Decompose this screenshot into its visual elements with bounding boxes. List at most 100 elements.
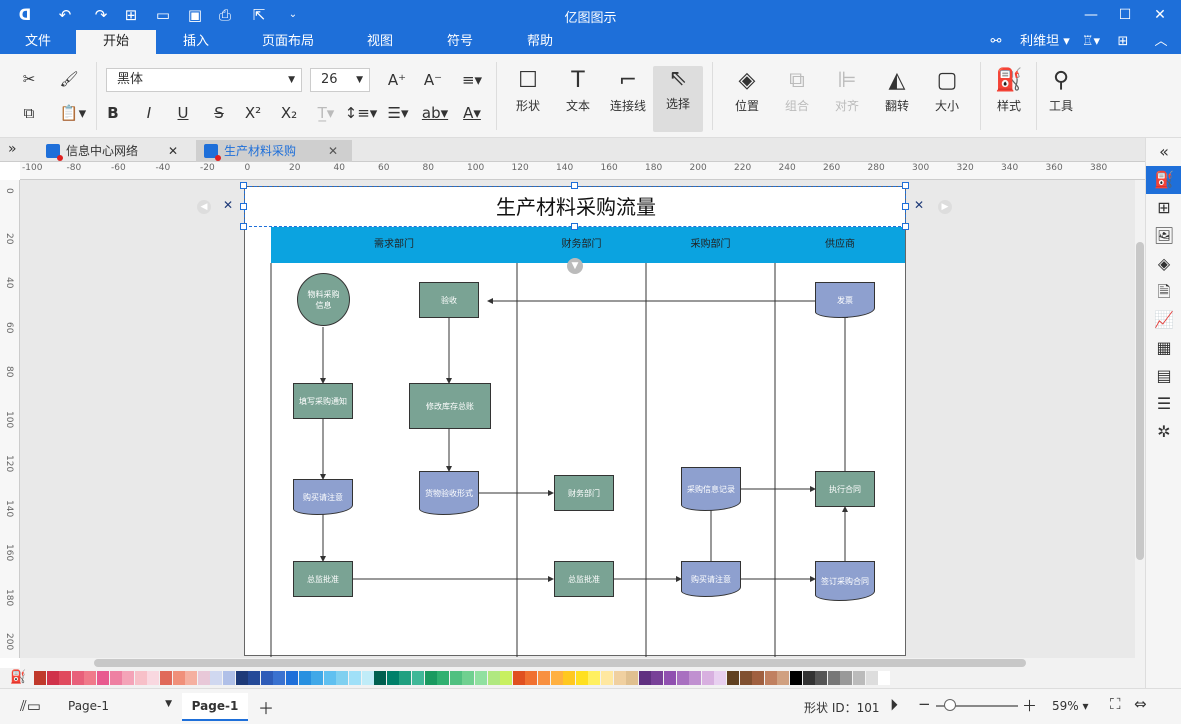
color-swatch[interactable] <box>462 671 475 685</box>
layers-panel-icon[interactable]: ◈ <box>1146 250 1181 278</box>
fill-bucket-icon[interactable]: ⛽ <box>10 670 26 685</box>
color-swatch[interactable] <box>638 671 651 685</box>
connector-button[interactable]: ⌐ 连接线 <box>603 68 653 130</box>
color-swatch[interactable] <box>160 671 172 685</box>
tab-symbol[interactable]: 符号 <box>420 30 500 54</box>
color-swatch[interactable] <box>298 671 311 685</box>
document-node[interactable]: 签订采购合同 <box>815 561 875 601</box>
format-painter-icon[interactable]: 🖌 <box>56 66 82 92</box>
align-button[interactable]: ⊫ 对齐 <box>822 68 872 130</box>
scroll-thumb[interactable] <box>1136 242 1144 560</box>
format-panel-icon[interactable]: ☰ <box>1146 390 1181 418</box>
close-x-icon[interactable]: ✕ <box>914 198 924 212</box>
resize-handle[interactable] <box>571 182 578 189</box>
table-panel-icon[interactable]: ▦ <box>1146 334 1181 362</box>
color-swatch[interactable] <box>84 671 97 685</box>
close-button[interactable]: ✕ <box>1143 0 1177 30</box>
color-swatch[interactable] <box>185 671 198 685</box>
resize-handle[interactable] <box>571 223 578 230</box>
apps-icon[interactable]: ⊞ <box>1110 30 1136 54</box>
color-swatch[interactable] <box>588 671 601 685</box>
highlight-icon[interactable]: ab▾ <box>418 100 452 126</box>
color-swatch[interactable] <box>827 671 840 685</box>
line-spacing-icon[interactable]: ↕≡▾ <box>344 100 378 126</box>
collapse-sidebar-icon[interactable]: « <box>1146 138 1181 166</box>
color-swatch[interactable] <box>701 671 714 685</box>
resize-handle[interactable] <box>902 223 909 230</box>
zoom-in-icon[interactable]: ＋ <box>1022 695 1037 716</box>
color-swatch[interactable] <box>664 671 676 685</box>
play-icon[interactable]: ⏵ <box>890 695 898 715</box>
strikethrough-icon[interactable]: S <box>206 100 232 126</box>
fit-page-icon[interactable]: ⛶ <box>1110 695 1121 713</box>
color-swatch[interactable] <box>449 671 462 685</box>
color-swatch[interactable] <box>223 671 235 685</box>
page-list-icon[interactable]: ⫽▭ <box>20 697 41 715</box>
color-swatch[interactable] <box>374 671 387 685</box>
shape-button[interactable]: ☐ 形状 <box>503 68 553 130</box>
tab-help[interactable]: 帮助 <box>500 30 580 54</box>
process-node[interactable]: 填写采购通知 <box>293 383 353 419</box>
horizontal-scrollbar[interactable] <box>20 658 1145 668</box>
color-swatch[interactable] <box>147 671 160 685</box>
color-swatch[interactable] <box>802 671 815 685</box>
tab-page-layout[interactable]: 页面布局 <box>246 30 330 54</box>
cut-icon[interactable]: ✂ <box>16 66 42 92</box>
color-swatch[interactable] <box>97 671 109 685</box>
zoom-out-icon[interactable]: − <box>918 695 931 713</box>
color-swatch[interactable] <box>651 671 664 685</box>
image-panel-icon[interactable]: 🖼 <box>1146 222 1181 250</box>
color-swatch[interactable] <box>71 671 84 685</box>
color-swatch[interactable] <box>437 671 450 685</box>
lane-header-supplier[interactable]: 供应商 <box>775 227 905 263</box>
chevron-down-icon[interactable]: ▼ <box>567 258 583 274</box>
page-select[interactable]: Page-1 ▼ <box>68 699 172 713</box>
text-case-icon[interactable]: T̲▾ <box>310 100 342 126</box>
color-swatch[interactable] <box>34 671 46 685</box>
style-button[interactable]: ⛽ 样式 <box>984 68 1034 130</box>
symbols-panel-icon[interactable]: ⊞ <box>1146 194 1181 222</box>
color-swatch[interactable] <box>550 671 563 685</box>
color-swatch[interactable] <box>865 671 878 685</box>
arrow-right-icon[interactable]: ▶ <box>938 200 952 214</box>
doc-tab-active[interactable]: 生产材料采购 ✕ <box>196 140 352 162</box>
canvas[interactable]: 生产材料采购流量 需求部门 财务部门 采购部门 供应商 物料采购信息 验收 发票… <box>20 180 1135 658</box>
color-swatch[interactable] <box>424 671 437 685</box>
color-swatch[interactable] <box>399 671 412 685</box>
color-swatch[interactable] <box>714 671 727 685</box>
position-button[interactable]: ◈ 位置 <box>722 68 772 130</box>
start-node[interactable]: 物料采购信息 <box>297 273 350 326</box>
resize-handle[interactable] <box>902 182 909 189</box>
doc-tab[interactable]: 信息中心网络 ✕ <box>38 140 188 162</box>
tools-button[interactable]: ⚲ 工具 <box>1036 68 1086 130</box>
decrease-font-icon[interactable]: A⁻ <box>420 67 446 93</box>
theme-icon[interactable]: ♖▾ <box>1076 30 1106 54</box>
font-color-icon[interactable]: A▾ <box>456 100 488 126</box>
document-node[interactable]: 购买请注意 <box>681 561 741 597</box>
vertical-scrollbar[interactable] <box>1135 180 1145 658</box>
color-swatch[interactable] <box>676 671 689 685</box>
color-swatch[interactable] <box>525 671 538 685</box>
font-size-select[interactable]: 26 ▼ <box>310 68 370 92</box>
copy-icon[interactable]: ⧉ <box>16 100 42 126</box>
page-tab-active[interactable]: Page-1 <box>182 693 248 721</box>
color-swatch[interactable] <box>311 671 324 685</box>
fill-panel-icon[interactable]: ⛽ <box>1146 166 1181 194</box>
process-node[interactable]: 总监批准 <box>293 561 353 597</box>
size-button[interactable]: ▢ 大小 <box>922 68 972 130</box>
text-align-icon[interactable]: ≡▾ <box>456 67 488 93</box>
color-swatch[interactable] <box>500 671 513 685</box>
flip-button[interactable]: ◭ 翻转 <box>872 68 922 130</box>
minimize-button[interactable]: — <box>1074 0 1108 30</box>
arrow-left-icon[interactable]: ◀ <box>197 200 211 214</box>
color-swatch[interactable] <box>412 671 424 685</box>
color-swatch[interactable] <box>512 671 525 685</box>
process-node[interactable]: 总监批准 <box>554 561 614 597</box>
color-swatch[interactable] <box>386 671 399 685</box>
tab-insert[interactable]: 插入 <box>156 30 236 54</box>
color-swatch[interactable] <box>739 671 752 685</box>
resize-handle[interactable] <box>240 182 247 189</box>
color-swatch[interactable] <box>210 671 223 685</box>
color-swatch[interactable] <box>260 671 273 685</box>
process-node[interactable]: 执行合同 <box>815 471 875 507</box>
